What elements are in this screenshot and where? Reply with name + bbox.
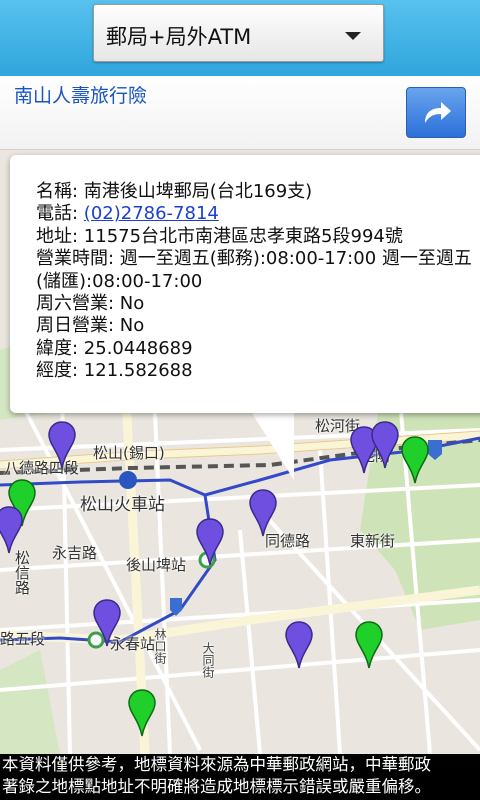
popup-longitude-row: 經度: 121.582688 [36,360,480,382]
info-popup-tail [250,410,294,480]
purple-marker-pin-selected[interactable] [195,517,225,569]
map-label-yongji: 永吉路 [52,544,98,562]
popup-saturday-value: No [119,293,145,315]
green-marker-pin[interactable] [354,620,384,672]
map-label-songshan-station: 松山火車站 [80,495,165,515]
popup-latitude-row: 緯度: 25.0448689 [36,338,480,360]
purple-marker-pin[interactable] [370,420,400,472]
disclaimer-line-1: 本資料僅供參考，地標資料來源為中華郵政網站，中華郵政 [2,755,431,774]
share-arrow-icon [425,102,451,123]
popup-address-row: 地址: 11575台北市南港區忠孝東路5段994號 [36,226,480,248]
popup-sunday-row: 周日營業: No [36,315,480,337]
purple-marker-pin[interactable] [284,620,314,672]
map-label-songshan-xikou: 松山(錫口) [93,444,165,462]
popup-sunday-label: 周日營業: [36,315,120,337]
popup-saturday-row: 周六營業: No [36,293,480,315]
map-label-houshanpi: 後山埤站 [126,556,187,574]
popup-name-label: 名稱: [36,181,84,202]
purple-marker-pin[interactable] [0,505,24,557]
chevron-down-icon [345,32,361,40]
popup-phone-link[interactable]: (02)2786-7814 [84,203,219,224]
ad-banner[interactable]: 南山人壽旅行險 [0,76,480,150]
popup-name-value: 南港後山埤郵局(台北169支) [83,181,313,202]
category-dropdown[interactable]: 郵局+局外ATM [93,4,384,62]
top-bar: 郵局+局外ATM [0,0,480,76]
info-popup[interactable]: 名稱: 南港後山埤郵局(台北169支) 電話: (02)2786-7814 地址… [10,155,480,413]
popup-phone-row: 電話: (02)2786-7814 [36,203,480,225]
map-label-donghsin: 東新街 [350,532,396,550]
category-dropdown-label: 郵局+局外ATM [106,25,252,49]
map-label-dadong: 大同街 [201,642,215,678]
map-label-lu-duan: 路五段 [0,630,46,648]
popup-hours-label: 營業時間: [36,248,120,270]
purple-marker-pin[interactable] [47,420,77,472]
popup-latitude-value: 25.0448689 [83,337,193,359]
green-marker-pin[interactable] [127,688,157,740]
popup-latitude-label: 緯度: [36,337,84,359]
ad-share-button[interactable] [406,87,466,138]
green-marker-pin[interactable] [400,435,430,487]
popup-phone-label: 電話: [36,203,84,225]
disclaimer-line-2: 著錄之地標點地址不明確將造成地標標示錯誤或嚴重偏移。 [2,777,431,796]
popup-name-row: 名稱: 南港後山埤郵局(台北169支) [36,181,480,203]
disclaimer-footer: 本資料僅供參考，地標資料來源為中華郵政網站，中華郵政 著錄之地標點地址不明確將造… [0,754,480,800]
purple-marker-pin[interactable] [248,488,278,540]
popup-sunday-value: No [119,315,145,337]
popup-longitude-value: 121.582688 [83,360,193,382]
popup-saturday-label: 周六營業: [36,293,120,315]
popup-address-label: 地址: [36,225,84,247]
popup-hours-row: 營業時間: 週一至週五(郵務):08:00-17:00 週一至週五(儲匯):08… [36,248,476,293]
popup-longitude-label: 經度: [36,360,84,382]
purple-marker-pin[interactable] [92,598,122,650]
popup-address-value: 11575台北市南港區忠孝東路5段994號 [83,225,403,247]
ad-text[interactable]: 南山人壽旅行險 [14,81,147,108]
map-label-lindong: 林口街 [153,628,167,664]
